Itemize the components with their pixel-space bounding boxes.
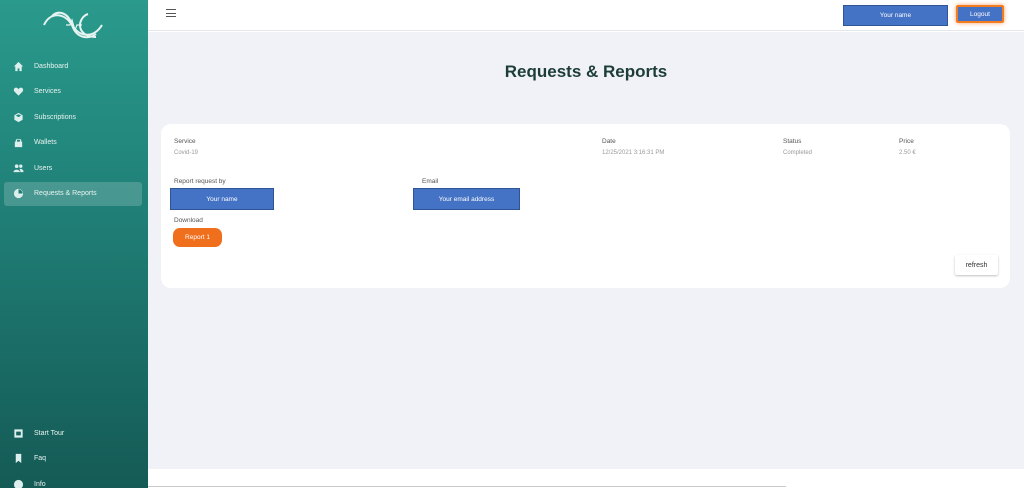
home-icon [12, 60, 24, 72]
logout-button[interactable]: Logout [956, 5, 1004, 23]
sidebar-item-faq[interactable]: Faq [4, 447, 142, 471]
report-card: Service Covid-19 Date 12/25/2021 3:16:31… [161, 124, 1010, 288]
main-content: Requests & Reports Service Covid-19 Date… [148, 32, 1024, 469]
sidebar: Dashboard Services Subscriptions Wallets… [0, 0, 148, 488]
cube-icon [12, 111, 24, 123]
bookmark-icon [12, 453, 24, 465]
sidebar-item-label: Dashboard [34, 62, 69, 70]
status-label: Status [783, 138, 802, 145]
sidebar-nav: Dashboard Services Subscriptions Wallets… [4, 54, 142, 207]
footer-divider [148, 486, 786, 487]
sidebar-item-requests-reports[interactable]: Requests & Reports [4, 181, 142, 206]
lock-icon [12, 137, 24, 149]
requested-by-label: Report request by [174, 178, 226, 185]
sidebar-item-label: Wallets [34, 139, 57, 146]
sidebar-item-dashboard[interactable]: Dashboard [4, 54, 142, 78]
price-label: Price [899, 138, 914, 145]
status-value: Completed [783, 150, 813, 156]
sidebar-item-subscriptions[interactable]: Subscriptions [4, 105, 142, 129]
sidebar-item-info[interactable]: Info [4, 472, 142, 488]
requested-by-value: Your name [170, 188, 274, 210]
sidebar-item-users[interactable]: Users [4, 156, 142, 180]
heart-icon [12, 86, 24, 98]
sidebar-item-label: Faq [34, 455, 47, 462]
users-icon [12, 162, 24, 174]
service-value: Covid-19 [174, 150, 199, 156]
menu-icon[interactable] [166, 9, 176, 18]
sidebar-item-label: Start Tour [34, 429, 65, 437]
user-name-button[interactable]: Your name [843, 5, 948, 26]
sidebar-item-label: Subscriptions [34, 113, 77, 121]
info-icon [12, 478, 24, 488]
page-title: Requests & Reports [504, 62, 668, 81]
top-bar: Your name Logout [148, 0, 1024, 31]
email-value: Your email address [413, 188, 520, 210]
sidebar-item-wallets[interactable]: Wallets [4, 131, 142, 155]
email-label: Email [422, 178, 439, 185]
tour-icon [12, 427, 24, 439]
download-report-button[interactable]: Report 1 [173, 228, 222, 247]
price-value: 2.50 € [899, 150, 916, 156]
date-value: 12/25/2021 3:16:31 PM [602, 150, 665, 156]
download-label: Download [174, 217, 203, 224]
sidebar-item-services[interactable]: Services [4, 80, 142, 104]
report-icon [12, 188, 24, 200]
sidebar-item-start-tour[interactable]: Start Tour [4, 421, 142, 445]
date-label: Date [602, 138, 616, 145]
service-label: Service [174, 138, 196, 145]
sidebar-item-label: Requests & Reports [34, 190, 97, 197]
logo [43, 11, 103, 39]
sidebar-item-label: Services [34, 88, 61, 95]
sidebar-item-label: Users [34, 164, 53, 172]
sidebar-item-label: Info [34, 480, 46, 488]
sidebar-bottom-nav: Start Tour Faq Info [4, 421, 142, 488]
refresh-button[interactable]: refresh [955, 255, 998, 275]
